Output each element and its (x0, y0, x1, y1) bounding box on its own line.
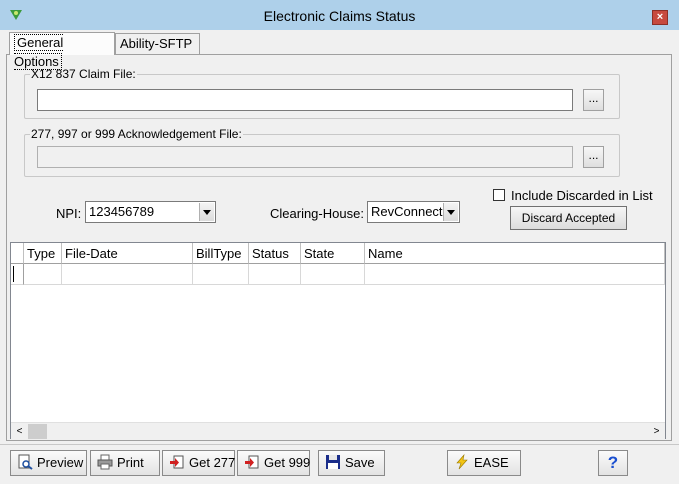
clearing-house-label: Clearing-House: (270, 206, 364, 221)
get-file-icon (170, 455, 184, 469)
include-discarded-label: Include Discarded in List (511, 188, 653, 203)
tab-general-options[interactable]: General Options (9, 32, 115, 70)
printer-icon (97, 454, 113, 470)
column-header-status[interactable]: Status (249, 243, 301, 264)
tab-general-options-label: General Options (14, 34, 64, 70)
save-label: Save (345, 455, 375, 470)
ack-file-field[interactable] (37, 146, 573, 168)
grid-cell[interactable] (193, 264, 249, 285)
ack-file-browse-button[interactable]: ... (583, 146, 604, 168)
print-button[interactable]: Print (90, 450, 160, 476)
column-header-billtype[interactable]: BillType (193, 243, 249, 264)
window-title: Electronic Claims Status (263, 8, 416, 24)
grid-cell[interactable] (301, 264, 365, 285)
claim-file-browse-button[interactable]: ... (583, 89, 604, 111)
column-header-state[interactable]: State (301, 243, 365, 264)
ease-label: EASE (474, 455, 509, 470)
clearing-house-value: RevConnect (371, 204, 443, 219)
column-header-type[interactable]: Type (24, 243, 62, 264)
toolbar-divider (0, 444, 679, 445)
close-button[interactable]: × (652, 10, 668, 25)
save-button[interactable]: Save (318, 450, 385, 476)
grid-cell[interactable] (24, 264, 62, 285)
column-header-name[interactable]: Name (365, 243, 665, 264)
grid-cell[interactable] (365, 264, 665, 285)
ack-file-label: 277, 997 or 999 Acknowledgement File: (30, 127, 243, 141)
include-discarded-checkbox[interactable] (493, 189, 505, 201)
get-999-label: Get 999 (264, 455, 311, 470)
row-cursor (13, 266, 14, 282)
help-icon: ? (607, 453, 619, 472)
ease-button[interactable]: EASE (447, 450, 521, 476)
scroll-right-icon[interactable]: > (648, 423, 665, 440)
get-277-button[interactable]: Get 277 (162, 450, 235, 476)
discard-accepted-button[interactable]: Discard Accepted (510, 206, 627, 230)
horizontal-scrollbar[interactable]: < > (11, 422, 665, 439)
preview-label: Preview (37, 455, 84, 470)
tab-ability-sftp[interactable]: Ability-SFTP (115, 33, 200, 54)
get-277-label: Get 277 (189, 455, 236, 470)
scroll-thumb[interactable] (28, 424, 47, 439)
npi-label: NPI: (56, 206, 82, 221)
npi-value: 123456789 (89, 204, 155, 219)
row-selector[interactable] (11, 264, 24, 285)
preview-icon (18, 454, 33, 470)
chevron-down-icon[interactable] (443, 203, 458, 221)
help-button[interactable]: ? (598, 450, 628, 476)
scroll-left-icon[interactable]: < (11, 423, 28, 440)
lightning-icon (456, 454, 468, 470)
get-999-button[interactable]: Get 999 (237, 450, 310, 476)
floppy-disk-icon (326, 455, 340, 469)
clearing-house-select[interactable]: RevConnect (367, 201, 460, 223)
grid-cell[interactable] (62, 264, 193, 285)
claim-file-field[interactable] (37, 89, 573, 111)
claims-grid[interactable]: Type File-Date BillType Status State Nam… (10, 242, 666, 439)
grid-corner (11, 243, 24, 264)
grid-cell[interactable] (249, 264, 301, 285)
get-file-icon (245, 455, 259, 469)
print-label: Print (117, 455, 144, 470)
column-header-file-date[interactable]: File-Date (62, 243, 193, 264)
preview-button[interactable]: Preview (10, 450, 87, 476)
chevron-down-icon[interactable] (199, 203, 214, 221)
npi-select[interactable]: 123456789 (85, 201, 216, 223)
